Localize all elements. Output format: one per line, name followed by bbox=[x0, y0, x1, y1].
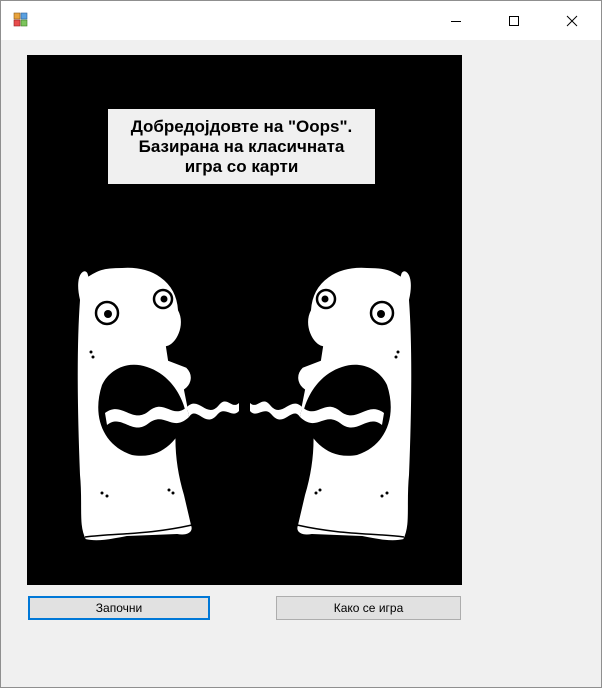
left-monster bbox=[75, 265, 194, 543]
close-button[interactable] bbox=[543, 1, 601, 40]
minimize-button[interactable] bbox=[427, 1, 485, 40]
how-to-play-button-label: Како се игра bbox=[333, 601, 404, 615]
start-button-label: Започни bbox=[95, 601, 143, 615]
how-to-play-button[interactable]: Како се игра bbox=[276, 596, 461, 620]
app-icon bbox=[13, 12, 29, 28]
right-monster bbox=[295, 265, 414, 543]
start-button[interactable]: Започни bbox=[28, 596, 210, 620]
close-icon bbox=[566, 15, 578, 26]
app-window: Добредојдовте на "Oops". Базирана на кла… bbox=[0, 0, 602, 688]
welcome-label: Добредојдовте на "Oops". Базирана на кла… bbox=[108, 109, 375, 184]
maximize-icon bbox=[509, 15, 519, 26]
maximize-button[interactable] bbox=[485, 1, 543, 40]
minimize-icon bbox=[451, 20, 461, 22]
monsters-picture: Добредојдовте на "Oops". Базирана на кла… bbox=[27, 55, 462, 585]
title-bar[interactable] bbox=[1, 1, 601, 40]
